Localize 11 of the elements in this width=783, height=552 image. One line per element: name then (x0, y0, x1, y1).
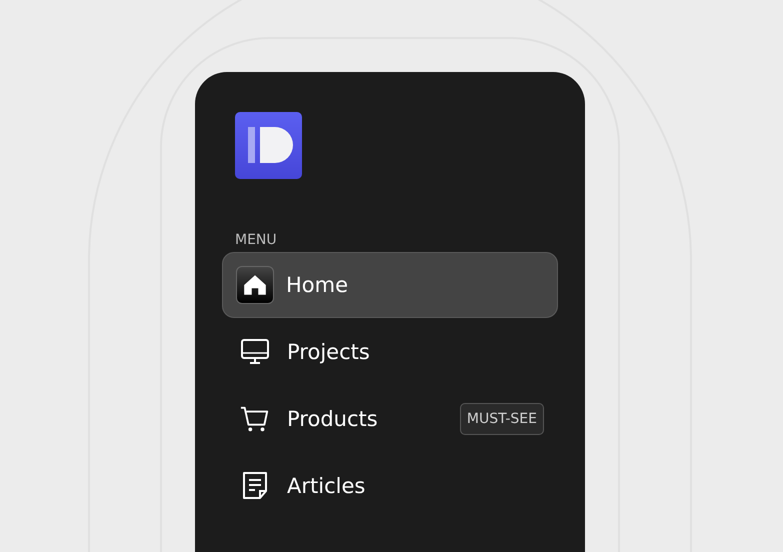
document-icon (240, 472, 270, 500)
cart-icon (240, 405, 270, 433)
menu-item[interactable]: Projects (222, 319, 558, 385)
menu-item[interactable]: Products MUST-SEE (222, 386, 558, 452)
home-icon (236, 266, 274, 304)
tag-label: MUST-SEE (460, 403, 544, 435)
monitor-icon (240, 338, 270, 366)
menu-heading: MENU (235, 232, 278, 248)
menu-item[interactable]: Articles (222, 453, 558, 519)
menu-item[interactable]: Home (222, 252, 558, 318)
logo-icon (235, 112, 302, 179)
